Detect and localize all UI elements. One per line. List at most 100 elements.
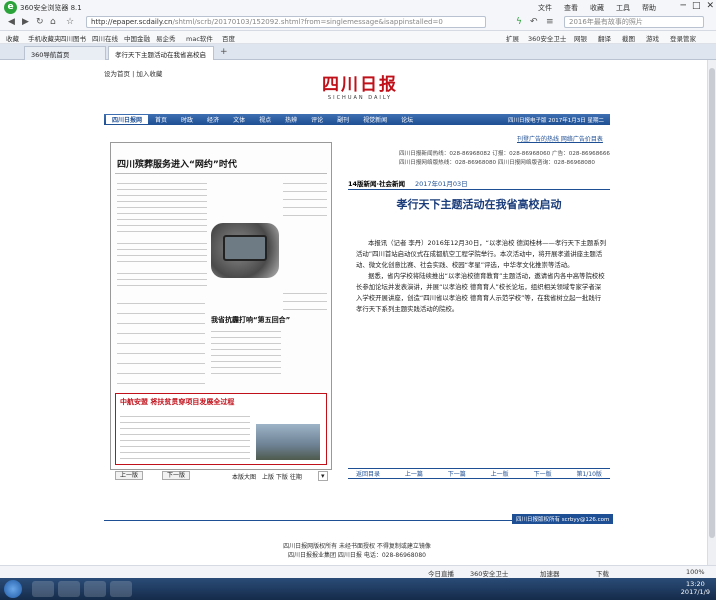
newspaper-headline: 四川殡葬服务进入“网约”时代 xyxy=(117,160,237,170)
menu-help[interactable]: 帮助 xyxy=(642,3,656,13)
menu-view[interactable]: 查看 xyxy=(564,3,578,13)
menu-file[interactable]: 文件 xyxy=(538,3,552,13)
bookmark-right-item[interactable]: 登录管家 xyxy=(670,33,696,43)
menu-favorites[interactable]: 收藏 xyxy=(590,3,604,13)
nav-item[interactable]: 副刊 xyxy=(330,115,356,124)
bookmark-item[interactable]: 手机收藏夹 xyxy=(28,33,61,43)
prev-page-button[interactable]: 上一版 xyxy=(115,471,144,480)
nav-item[interactable]: 视点 xyxy=(252,115,278,124)
url-host: http://epaper.scdaily.cn xyxy=(91,18,173,26)
newspaper-page-thumbnail[interactable]: 四川殡葬服务进入“网约”时代 我省抗霾打响“第五回合” 中航安盟 将扶贫贯穿项目… xyxy=(110,142,332,470)
menu-tools[interactable]: 工具 xyxy=(616,3,630,13)
window-menu: 文件 查看 收藏 工具 帮助 xyxy=(538,3,656,13)
scrollbar[interactable] xyxy=(707,60,716,585)
maximize-icon[interactable]: □ xyxy=(692,1,701,11)
bookmark-item[interactable]: 四川在线 xyxy=(92,33,118,43)
bookmark-right-item[interactable]: 网银 xyxy=(574,33,587,43)
nav-date: 四川日报电子版 2017年1月3日 星期二 xyxy=(508,117,604,124)
back-icon[interactable]: ◀ xyxy=(8,17,15,27)
bookmark-item[interactable]: 收藏 xyxy=(6,33,19,43)
page-links[interactable]: 上版 下版 往期 xyxy=(262,472,302,481)
bookmark-item[interactable]: mac软件 xyxy=(186,33,213,43)
full-view-link[interactable]: 本版大图 xyxy=(232,472,256,481)
bookmark-item[interactable]: 中国金融 xyxy=(124,33,150,43)
bookmark-item[interactable]: 百度 xyxy=(222,33,235,43)
status-item[interactable]: 加速器 xyxy=(540,568,560,578)
nav-item[interactable]: 文体 xyxy=(226,115,252,124)
prev-article-link[interactable]: 上一篇 xyxy=(405,469,423,478)
url-path: /shtml/scrb/20170103/152092.shtml?from=s… xyxy=(172,18,443,26)
article-bottom-nav: 返回目录 上一篇 下一篇 上一版 下一版 第1/10版 xyxy=(348,468,610,479)
article-paragraph: 据悉，省内学校将陆续推出“以孝治校德育教育”主题活动，邀请省内各中高等院校校长参… xyxy=(356,272,605,313)
divider xyxy=(348,189,610,190)
system-clock[interactable]: 13:20 2017/1/9 xyxy=(681,580,710,596)
taskbar-app-icon[interactable] xyxy=(58,581,80,597)
bookmark-right-item[interactable]: 扩展 xyxy=(506,33,519,43)
lightning-icon[interactable]: ϟ xyxy=(516,17,522,27)
start-button[interactable] xyxy=(4,580,22,598)
nav-item[interactable]: 时政 xyxy=(174,115,200,124)
top-links[interactable]: 设为首页 | 加入收藏 xyxy=(104,68,162,78)
nav-item[interactable]: 首页 xyxy=(148,115,174,124)
forward-icon[interactable]: ▶ xyxy=(22,17,29,27)
window-controls: ─ □ ✕ xyxy=(681,1,714,11)
window-title: 360安全浏览器 8.1 xyxy=(20,4,82,12)
taskbar-app-icon[interactable] xyxy=(84,581,106,597)
clock-time: 13:20 xyxy=(686,580,705,588)
bookmark-item[interactable]: 四川图书 xyxy=(60,33,86,43)
article-body: 本报讯（记者 李丹）2016年12月30日，“以孝治校 德润桂林——孝行天下主题… xyxy=(356,238,606,315)
return-toc-link[interactable]: 返回目录 xyxy=(356,469,380,478)
page-select-dropdown[interactable]: ▾ xyxy=(318,471,328,481)
back-history-icon[interactable]: ↶ xyxy=(530,17,538,27)
next-page-button[interactable]: 下一版 xyxy=(162,471,191,480)
clock-date: 2017/1/9 xyxy=(680,588,710,596)
nav-item[interactable]: 评论 xyxy=(304,115,330,124)
newspaper-subhead: 我省抗霾打响“第五回合” xyxy=(211,316,291,324)
footer-line: 四川日报网版权所有 未经书面授权 不得复制或建立镜像 xyxy=(283,543,431,550)
scrollbar-thumb[interactable] xyxy=(709,68,715,538)
refresh-icon[interactable]: ↻ xyxy=(36,17,44,27)
new-tab-icon[interactable]: + xyxy=(220,47,228,57)
ad-link[interactable]: 刊登广告的热线 网络广告价目表 xyxy=(517,134,603,143)
search-input[interactable]: 2016年最有故事的照片 xyxy=(564,16,704,28)
next-article-link[interactable]: 下一篇 xyxy=(448,469,466,478)
close-icon[interactable]: ✕ xyxy=(706,1,714,11)
nav-item-home-net[interactable]: 四川日报网 xyxy=(106,115,149,124)
bookmark-right-item[interactable]: 翻译 xyxy=(598,33,611,43)
section-header: 14版新闻·社会新闻 2017年01月03日 xyxy=(348,178,468,188)
status-item[interactable]: 今日直播 xyxy=(428,568,454,578)
contact-line: 四川日报网络版热线：028-86968080 四川日报网络版咨询：028-869… xyxy=(399,160,595,166)
bookmark-right-item[interactable]: 360安全卫士 xyxy=(528,33,566,43)
bookmark-right-item[interactable]: 截图 xyxy=(622,33,635,43)
nav-item[interactable]: 论坛 xyxy=(394,115,420,124)
browser-logo-icon: e xyxy=(4,1,17,14)
taskbar-app-icon[interactable] xyxy=(32,581,54,597)
taskbar-app-icon[interactable] xyxy=(110,581,132,597)
tab-article[interactable]: 孝行天下主题活动在我省高校启 xyxy=(108,46,214,60)
bookmark-right-item[interactable]: 游戏 xyxy=(646,33,659,43)
nav-item[interactable]: 热辨 xyxy=(278,115,304,124)
status-item[interactable]: 360安全卫士 xyxy=(470,568,508,578)
tab-nav-home[interactable]: 360导航首页 xyxy=(24,46,106,60)
nav-item[interactable]: 视觉新闻 xyxy=(356,115,394,124)
edition-count: 第1/10版 xyxy=(576,471,602,478)
tab-label: 孝行天下主题活动在我省高校启 xyxy=(115,51,206,59)
sichuan-daily-logo[interactable]: 四川日报 SICHUAN DAILY xyxy=(300,70,420,101)
featured-story-box: 中航安盟 将扶贫贯穿项目发展全过程 xyxy=(115,393,327,465)
footer: 四川日报网版权所有 未经书面授权 不得复制或建立镜像 四川日报报业集团 四川日报… xyxy=(104,542,610,560)
home-icon[interactable]: ⌂ xyxy=(50,17,56,27)
next-edition-link[interactable]: 下一版 xyxy=(534,469,552,478)
menu-icon[interactable]: ≡ xyxy=(546,17,554,27)
bookmark-item[interactable]: 易企秀 xyxy=(156,33,176,43)
copyright-tag[interactable]: 四川日报版权所有 scrbyy@126.com xyxy=(512,514,614,524)
section-date: 2017年01月03日 xyxy=(415,180,468,188)
nav-item[interactable]: 经济 xyxy=(200,115,226,124)
prev-edition-link[interactable]: 上一版 xyxy=(491,469,509,478)
favorite-icon[interactable]: ☆ xyxy=(66,17,74,27)
minimize-icon[interactable]: ─ xyxy=(681,1,686,11)
contact-line: 四川日报新闻热线：028-86968082 订报：028-86968060 广告… xyxy=(399,151,610,157)
page-content xyxy=(0,60,716,585)
status-item[interactable]: 下载 xyxy=(596,568,609,578)
url-input[interactable]: http://epaper.scdaily.cn/shtml/scrb/2017… xyxy=(86,16,486,28)
zoom-level[interactable]: 100% xyxy=(686,568,705,576)
